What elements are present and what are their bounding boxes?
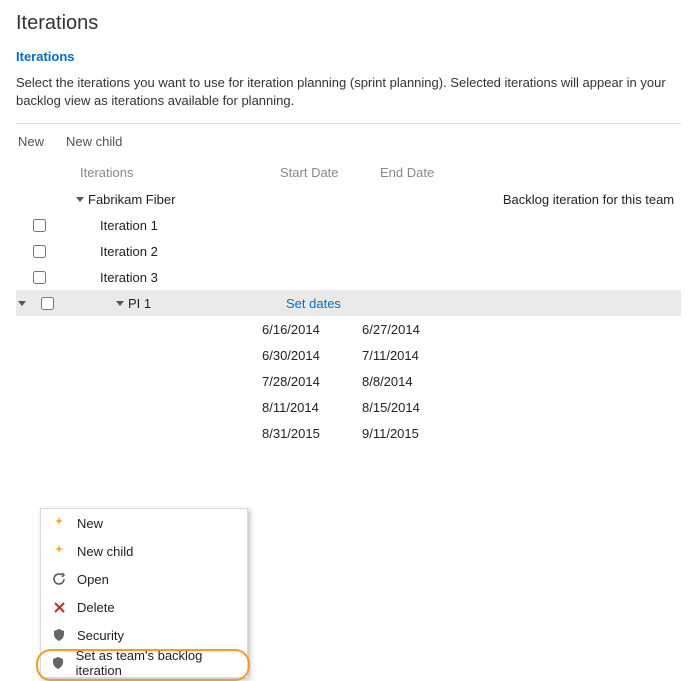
menu-delete[interactable]: Delete xyxy=(41,593,247,621)
menu-label: New xyxy=(77,516,103,531)
page-title: Iterations xyxy=(16,12,681,35)
checkbox-iteration-3[interactable] xyxy=(33,271,46,284)
column-header-start: Start Date xyxy=(280,165,380,180)
menu-security[interactable]: Security xyxy=(41,621,247,649)
date-start: 8/31/2015 xyxy=(262,426,362,441)
iteration-row[interactable]: Iteration 3 xyxy=(62,270,300,285)
description: Select the iterations you want to use fo… xyxy=(16,74,681,109)
open-icon xyxy=(51,571,67,587)
row-menu-icon[interactable] xyxy=(18,301,26,306)
root-name: Fabrikam Fiber xyxy=(88,192,175,207)
root-note: Backlog iteration for this team xyxy=(496,192,681,207)
shield-icon xyxy=(51,627,67,643)
menu-label: Set as team's backlog iteration xyxy=(76,648,237,678)
selected-iteration-name: PI 1 xyxy=(128,296,151,311)
sparkle-icon xyxy=(51,543,67,559)
column-header-end: End Date xyxy=(380,165,500,180)
checkbox-iteration-2[interactable] xyxy=(33,245,46,258)
date-start: 8/11/2014 xyxy=(262,400,362,415)
date-start: 6/30/2014 xyxy=(262,348,362,363)
column-header-iterations: Iterations xyxy=(62,165,280,180)
menu-label: Security xyxy=(77,628,124,643)
menu-set-backlog[interactable]: Set as team's backlog iteration xyxy=(41,649,247,677)
sparkle-icon xyxy=(51,515,67,531)
date-start: 7/28/2014 xyxy=(262,374,362,389)
selected-iteration[interactable]: PI 1 xyxy=(62,296,286,311)
section-link[interactable]: Iterations xyxy=(16,49,681,64)
menu-label: New child xyxy=(77,544,133,559)
menu-new[interactable]: New xyxy=(41,509,247,537)
iteration-row[interactable]: Iteration 1 xyxy=(62,218,300,233)
toolbar-new[interactable]: New xyxy=(18,134,44,149)
date-end: 7/11/2014 xyxy=(362,348,482,363)
shield-icon xyxy=(51,655,66,671)
date-end: 6/27/2014 xyxy=(362,322,482,337)
date-end: 8/15/2014 xyxy=(362,400,482,415)
expand-icon[interactable] xyxy=(76,197,84,202)
date-end: 8/8/2014 xyxy=(362,374,482,389)
checkbox-pi1[interactable] xyxy=(41,297,54,310)
delete-icon xyxy=(51,599,67,615)
menu-label: Delete xyxy=(77,600,115,615)
tree-root[interactable]: Fabrikam Fiber xyxy=(62,192,276,207)
menu-label: Open xyxy=(77,572,109,587)
menu-open[interactable]: Open xyxy=(41,565,247,593)
date-end: 9/11/2015 xyxy=(362,426,482,441)
date-start: 6/16/2014 xyxy=(262,322,362,337)
expand-icon[interactable] xyxy=(116,301,124,306)
iteration-row[interactable]: Iteration 2 xyxy=(62,244,300,259)
divider xyxy=(16,123,681,124)
toolbar-new-child[interactable]: New child xyxy=(66,134,122,149)
context-menu: New New child Open Delete Security xyxy=(40,508,248,678)
checkbox-iteration-1[interactable] xyxy=(33,219,46,232)
menu-new-child[interactable]: New child xyxy=(41,537,247,565)
set-dates-link[interactable]: Set dates xyxy=(286,296,386,311)
